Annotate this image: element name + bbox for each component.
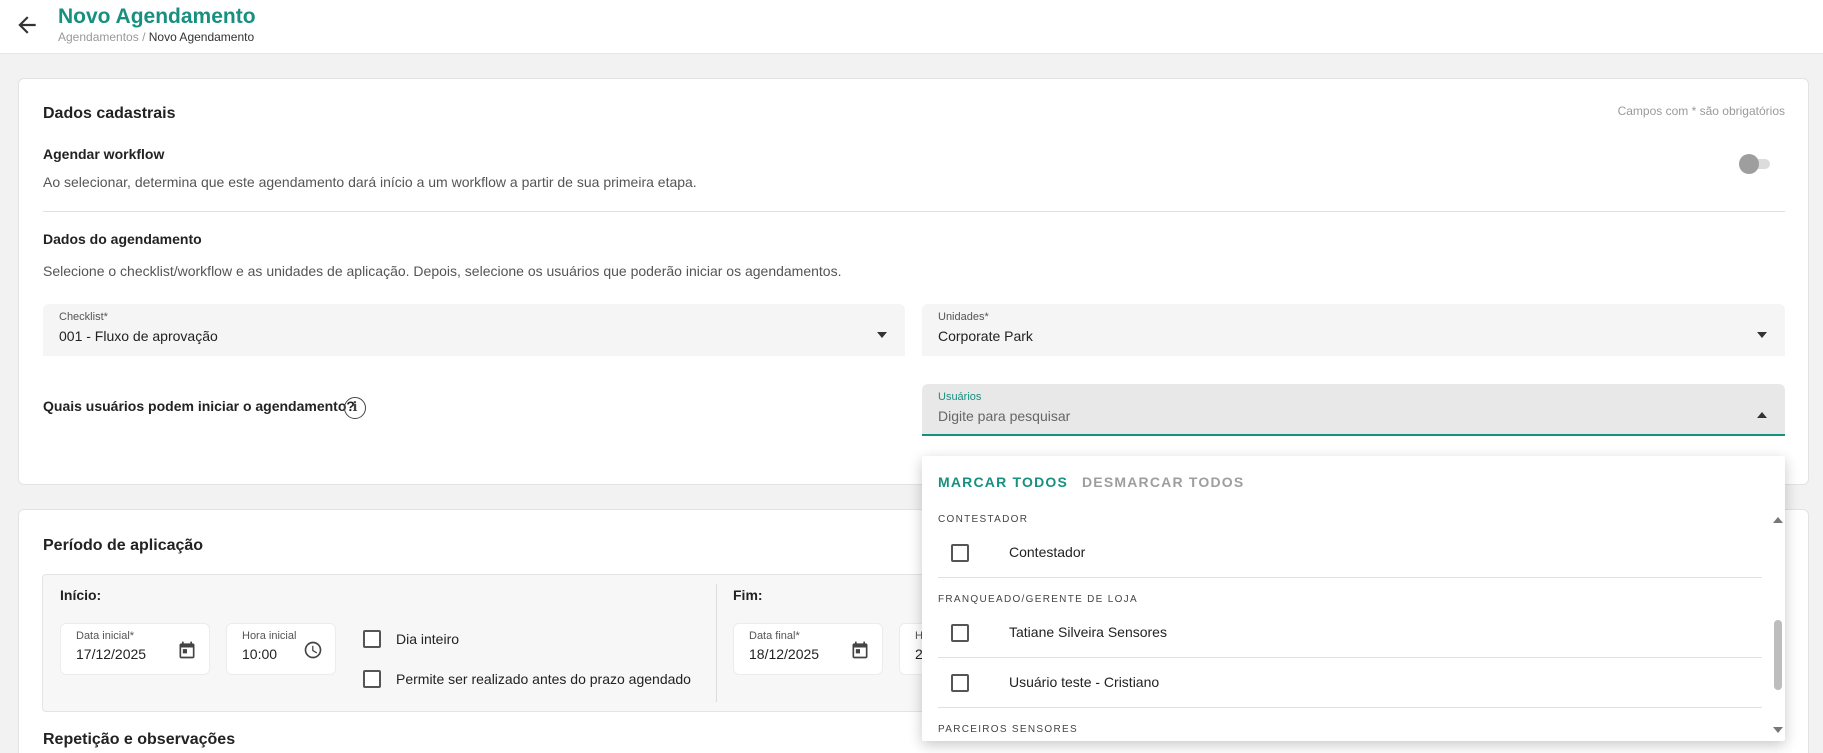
period-divider [716, 584, 717, 702]
start-time-value: 10:00 [242, 646, 278, 662]
user-checkbox[interactable] [951, 624, 969, 642]
units-label: Unidades* [938, 311, 989, 323]
chevron-up-icon [1757, 412, 1767, 418]
period-title: Período de aplicação [43, 537, 204, 554]
end-date-field[interactable]: Data final* 18/12/2025 [733, 623, 883, 675]
group-header: CONTESTADOR [938, 514, 1029, 525]
start-date-value: 17/12/2025 [76, 646, 147, 662]
required-fields-hint: Campos com * são obrigatórios [1617, 104, 1785, 118]
user-checkbox[interactable] [951, 544, 969, 562]
back-arrow-icon[interactable] [14, 12, 40, 38]
mark-all-button[interactable]: MARCAR TODOS [938, 474, 1068, 490]
dropdown-scrollbar-thumb[interactable] [1774, 620, 1782, 690]
toggle-thumb [1739, 154, 1759, 174]
schedule-title: Dados do agendamento [43, 231, 202, 247]
scroll-down-arrow-icon[interactable] [1773, 727, 1783, 733]
workflow-description: Ao selecionar, determina que este agenda… [43, 174, 697, 190]
checklist-label: Checklist* [59, 311, 108, 323]
group-header: PARCEIROS SENSORES [938, 724, 1078, 735]
user-option[interactable]: Tatiane Silveira Sensores [938, 608, 1762, 658]
calendar-icon[interactable] [177, 640, 197, 660]
unmark-all-button[interactable]: DESMARCAR TODOS [1082, 474, 1244, 490]
users-search-input[interactable]: Digite para pesquisar [938, 408, 1070, 424]
allow-before-label: Permite ser realizado antes do prazo age… [396, 671, 691, 687]
section-divider [43, 211, 1785, 212]
users-label: Usuários [938, 391, 982, 403]
calendar-icon[interactable] [850, 640, 870, 660]
user-option[interactable]: Contestador [938, 528, 1762, 578]
checklist-select[interactable]: Checklist* 001 - Fluxo de aprovação [43, 304, 905, 356]
end-date-value: 18/12/2025 [749, 646, 820, 662]
checklist-value: 001 - Fluxo de aprovação [59, 328, 218, 344]
start-label: Início: [60, 587, 102, 603]
breadcrumb-separator: / [138, 30, 149, 44]
user-checkbox[interactable] [951, 674, 969, 692]
start-time-field[interactable]: Hora inicial 10:00 [226, 623, 336, 675]
start-date-field[interactable]: Data inicial* 17/12/2025 [60, 623, 210, 675]
start-date-label: Data inicial* [76, 630, 135, 642]
breadcrumb-parent[interactable]: Agendamentos [58, 30, 139, 44]
all-day-checkbox[interactable] [363, 630, 381, 648]
end-date-label: Data final* [749, 630, 800, 642]
user-option[interactable]: Usuário teste - Cristiano [938, 658, 1762, 708]
scroll-up-arrow-icon[interactable] [1773, 517, 1783, 523]
user-name: Contestador [1009, 544, 1086, 560]
units-value: Corporate Park [938, 328, 1033, 344]
end-label: Fim: [733, 587, 763, 603]
group-header: FRANQUEADO/GERENTE DE LOJA [938, 594, 1138, 605]
users-dropdown: MARCAR TODOS DESMARCAR TODOS CONTESTADOR… [922, 456, 1785, 741]
users-question: Quais usuários podem iniciar o agendamen… [43, 398, 355, 414]
page-header: Novo Agendamento Agendamentos / Novo Age… [0, 0, 1823, 54]
workflow-title: Agendar workflow [43, 146, 165, 162]
users-search-field[interactable]: Usuários Digite para pesquisar [922, 384, 1785, 436]
user-name: Usuário teste - Cristiano [1009, 674, 1160, 690]
all-day-label: Dia inteiro [396, 631, 460, 647]
repetition-title: Repetição e observações [43, 731, 236, 748]
clock-icon[interactable] [303, 640, 323, 660]
breadcrumb-current: Novo Agendamento [148, 30, 255, 44]
start-time-label: Hora inicial [242, 630, 297, 642]
breadcrumb: Agendamentos / Novo Agendamento [58, 30, 254, 44]
info-icon[interactable]: i [344, 397, 366, 419]
page-title: Novo Agendamento [58, 5, 256, 28]
allow-before-checkbox[interactable] [363, 670, 381, 688]
schedule-description: Selecione o checklist/workflow e as unid… [43, 263, 842, 279]
units-select[interactable]: Unidades* Corporate Park [922, 304, 1785, 356]
user-name: Tatiane Silveira Sensores [1009, 624, 1167, 640]
chevron-down-icon [1757, 332, 1767, 338]
chevron-down-icon [877, 332, 887, 338]
registration-title: Dados cadastrais [43, 105, 176, 122]
workflow-toggle[interactable] [1738, 154, 1774, 174]
